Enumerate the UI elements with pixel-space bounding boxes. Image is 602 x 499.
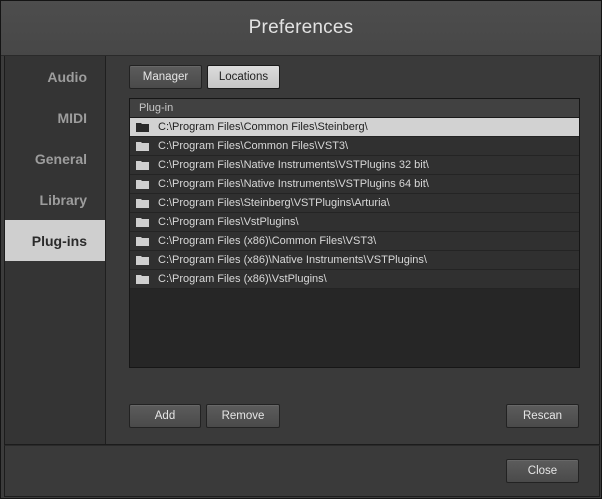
folder-icon — [136, 236, 149, 246]
folder-icon — [136, 160, 149, 170]
title-bar: Preferences — [1, 1, 601, 56]
sidebar-item-library[interactable]: Library — [5, 179, 105, 220]
rescan-button[interactable]: Rescan — [506, 404, 579, 428]
preferences-body: Audio MIDI General Library Plug-ins Mana… — [4, 56, 600, 445]
list-item-path: C:\Program Files\Common Files\Steinberg\ — [158, 121, 368, 133]
folder-icon — [136, 141, 149, 151]
list-item[interactable]: C:\Program Files\Steinberg\VSTPlugins\Ar… — [130, 194, 579, 213]
list-item[interactable]: C:\Program Files\Native Instruments\VSTP… — [130, 175, 579, 194]
list-item-path: C:\Program Files\Common Files\VST3\ — [158, 140, 349, 152]
folder-icon — [136, 217, 149, 227]
list-item-path: C:\Program Files\Steinberg\VSTPlugins\Ar… — [158, 197, 390, 209]
remove-button[interactable]: Remove — [206, 404, 280, 428]
list-rows: C:\Program Files\Common Files\Steinberg\… — [130, 118, 579, 289]
list-item[interactable]: C:\Program Files\Native Instruments\VSTP… — [130, 156, 579, 175]
plugin-locations-list: Plug-in C:\Program Files\Common Files\St… — [129, 98, 580, 368]
list-column-header[interactable]: Plug-in — [130, 99, 579, 118]
tab-locations[interactable]: Locations — [207, 65, 280, 89]
sidebar-item-midi[interactable]: MIDI — [5, 97, 105, 138]
window-title: Preferences — [248, 17, 354, 38]
list-item[interactable]: C:\Program Files\Common Files\VST3\ — [130, 137, 579, 156]
preferences-window: Preferences Audio MIDI General Library P… — [0, 0, 602, 499]
list-item[interactable]: C:\Program Files\Common Files\Steinberg\ — [130, 118, 579, 137]
folder-icon — [136, 255, 149, 265]
list-item-path: C:\Program Files\Native Instruments\VSTP… — [158, 159, 429, 171]
list-item-path: C:\Program Files (x86)\Common Files\VST3… — [158, 235, 377, 247]
sidebar-item-plug-ins[interactable]: Plug-ins — [5, 220, 105, 261]
folder-icon — [136, 198, 149, 208]
sidebar-item-general[interactable]: General — [5, 138, 105, 179]
folder-icon — [136, 179, 149, 189]
close-button[interactable]: Close — [506, 459, 579, 483]
folder-icon — [136, 122, 149, 132]
sidebar: Audio MIDI General Library Plug-ins — [5, 56, 106, 444]
list-item-path: C:\Program Files (x86)\VstPlugins\ — [158, 273, 327, 285]
plug-ins-panel: Manager Locations Plug-in C:\Program Fil… — [107, 56, 599, 444]
sidebar-item-audio[interactable]: Audio — [5, 56, 105, 97]
list-item-path: C:\Program Files\Native Instruments\VSTP… — [158, 178, 429, 190]
list-item[interactable]: C:\Program Files (x86)\Common Files\VST3… — [130, 232, 579, 251]
folder-icon — [136, 274, 149, 284]
list-item-path: C:\Program Files (x86)\Native Instrument… — [158, 254, 427, 266]
dialog-footer: Close — [4, 445, 600, 497]
add-button[interactable]: Add — [129, 404, 201, 428]
list-item-path: C:\Program Files\VstPlugins\ — [158, 216, 299, 228]
list-item[interactable]: C:\Program Files (x86)\VstPlugins\ — [130, 270, 579, 289]
list-item[interactable]: C:\Program Files\VstPlugins\ — [130, 213, 579, 232]
list-item[interactable]: C:\Program Files (x86)\Native Instrument… — [130, 251, 579, 270]
tab-manager[interactable]: Manager — [129, 65, 202, 89]
